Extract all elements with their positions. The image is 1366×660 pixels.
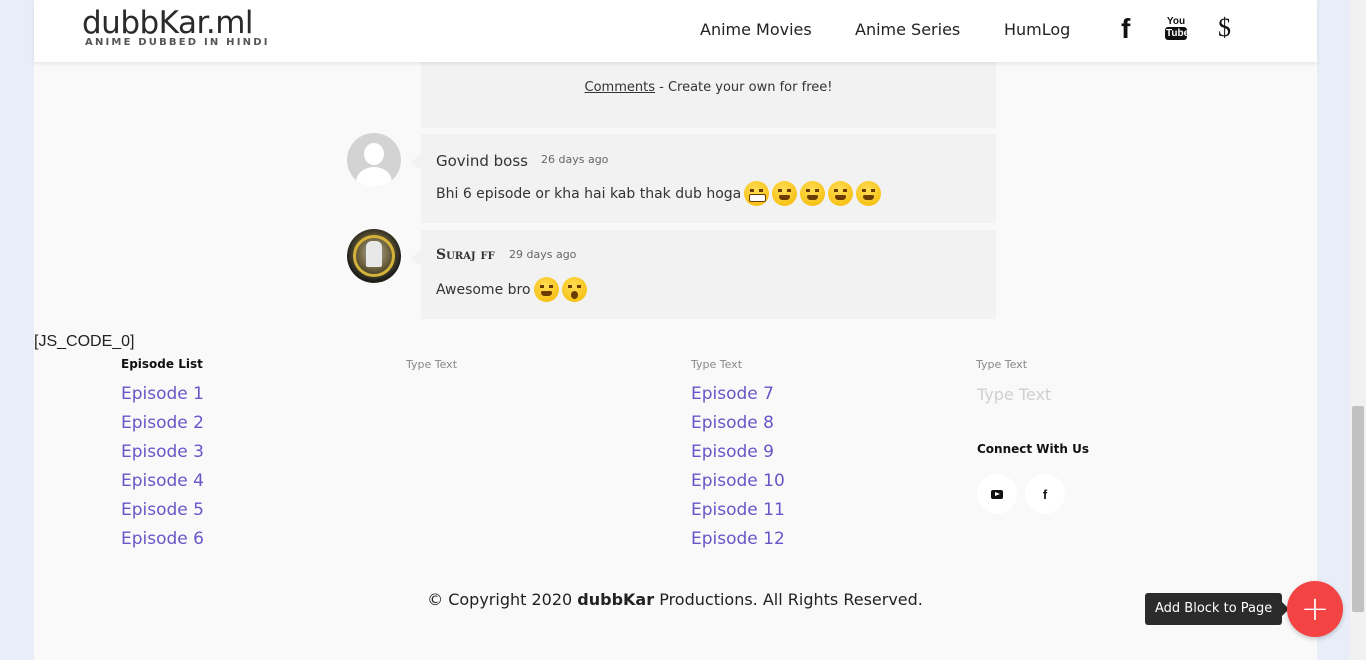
site-header: dubbKar.ml ANIME DUBBED IN HINDI Anime M… bbox=[34, 0, 1317, 62]
comments-footer-caption: - Create your own for free! bbox=[655, 80, 833, 95]
comments-footer-text: Comments - Create your own for free! bbox=[421, 80, 996, 95]
episode-link[interactable]: Episode 11 bbox=[691, 500, 785, 520]
avatar-figure bbox=[366, 241, 382, 267]
list-item: Episode 11 bbox=[691, 500, 785, 529]
facebook-icon[interactable]: f bbox=[1121, 13, 1130, 45]
connect-heading: Connect With Us bbox=[977, 442, 1089, 456]
avatar-body bbox=[356, 167, 392, 187]
episode-link[interactable]: Episode 3 bbox=[121, 442, 204, 462]
add-block-tooltip: Add Block to Page bbox=[1145, 593, 1290, 625]
scrollbar-thumb[interactable] bbox=[1352, 406, 1364, 612]
comment-time: 26 days ago bbox=[541, 153, 609, 166]
episode-list-left: Episode 1 Episode 2 Episode 3 Episode 4 … bbox=[121, 384, 204, 558]
episode-link[interactable]: Episode 10 bbox=[691, 471, 785, 491]
type-text-placeholder[interactable]: Type Text bbox=[976, 358, 1027, 371]
comment-text: Bhi 6 episode or kha hai kab thak dub ho… bbox=[436, 181, 882, 206]
episode-list-heading: Episode List bbox=[121, 357, 203, 371]
list-item: Episode 7 bbox=[691, 384, 785, 413]
type-text-placeholder[interactable]: Type Text bbox=[406, 358, 457, 371]
episode-link[interactable]: Episode 2 bbox=[121, 413, 204, 433]
list-item: Episode 1 bbox=[121, 384, 204, 413]
grimacing-emoji-icon bbox=[744, 181, 770, 206]
copyright-prefix: © Copyright 2020 bbox=[427, 590, 578, 609]
episode-link[interactable]: Episode 5 bbox=[121, 500, 204, 520]
avatar bbox=[347, 133, 401, 187]
youtube-icon bbox=[991, 489, 1003, 499]
copyright-suffix: Productions. All Rights Reserved. bbox=[654, 590, 923, 609]
list-item: Episode 9 bbox=[691, 442, 785, 471]
nav-anime-series[interactable]: Anime Series bbox=[855, 20, 960, 39]
copyright-brand: dubbKar bbox=[577, 590, 655, 609]
episode-link[interactable]: Episode 7 bbox=[691, 384, 774, 404]
youtube-icon[interactable]: You Tube bbox=[1165, 16, 1190, 44]
list-item: Episode 12 bbox=[691, 529, 785, 558]
comment-item: Govind boss 26 days ago Bhi 6 episode or… bbox=[411, 134, 996, 223]
youtube-icon-top: You bbox=[1166, 16, 1186, 27]
episode-link[interactable]: Episode 4 bbox=[121, 471, 204, 491]
episode-link[interactable]: Episode 12 bbox=[691, 529, 785, 549]
comments-link[interactable]: Comments bbox=[585, 80, 655, 95]
weary-emoji-icon bbox=[856, 181, 882, 206]
astonished-emoji-icon bbox=[561, 277, 587, 302]
youtube-social-button[interactable] bbox=[977, 474, 1017, 514]
list-item: Episode 8 bbox=[691, 413, 785, 442]
list-item: Episode 3 bbox=[121, 442, 204, 471]
comment-text-body: Awesome bro bbox=[436, 281, 531, 298]
weary-emoji-icon bbox=[533, 277, 559, 302]
logo-subtitle: ANIME DUBBED IN HINDI bbox=[85, 37, 270, 48]
youtube-icon-bottom: Tube bbox=[1165, 27, 1190, 40]
avatar-head bbox=[364, 143, 384, 165]
list-item: Episode 6 bbox=[121, 529, 204, 558]
comments-footer-box: Comments - Create your own for free! bbox=[421, 62, 996, 128]
dollar-icon[interactable]: $ bbox=[1218, 13, 1231, 43]
site-logo[interactable]: dubbKar.ml ANIME DUBBED IN HINDI bbox=[82, 6, 270, 48]
list-item: Episode 2 bbox=[121, 413, 204, 442]
comment-author[interactable]: Govind boss bbox=[436, 152, 528, 170]
comment-time: 29 days ago bbox=[509, 248, 577, 261]
comment-text: Awesome bro bbox=[436, 277, 587, 302]
episode-link[interactable]: Episode 6 bbox=[121, 529, 204, 549]
js-code-placeholder: [JS_CODE_0] bbox=[34, 333, 135, 350]
type-text-placeholder[interactable]: Type Text bbox=[691, 358, 742, 371]
list-item: Episode 4 bbox=[121, 471, 204, 500]
list-item: Episode 10 bbox=[691, 471, 785, 500]
weary-emoji-icon bbox=[772, 181, 798, 206]
episode-link[interactable]: Episode 8 bbox=[691, 413, 774, 433]
add-block-button[interactable]: + bbox=[1287, 581, 1343, 637]
facebook-icon: f bbox=[1042, 486, 1048, 502]
list-item: Episode 5 bbox=[121, 500, 204, 529]
weary-emoji-icon bbox=[800, 181, 826, 206]
nav-humlog[interactable]: HumLog bbox=[1004, 20, 1070, 39]
episode-link[interactable]: Episode 1 bbox=[121, 384, 204, 404]
episode-link[interactable]: Episode 9 bbox=[691, 442, 774, 462]
avatar bbox=[347, 229, 401, 283]
comment-item: Suraj ff 29 days ago Awesome bro bbox=[411, 230, 996, 319]
facebook-social-button[interactable]: f bbox=[1025, 474, 1065, 514]
weary-emoji-icon bbox=[828, 181, 854, 206]
logo-title: dubbKar.ml bbox=[82, 5, 254, 41]
scrollbar[interactable] bbox=[1350, 0, 1366, 660]
episode-list-right: Episode 7 Episode 8 Episode 9 Episode 10… bbox=[691, 384, 785, 558]
comment-author[interactable]: Suraj ff bbox=[436, 247, 495, 263]
nav-anime-movies[interactable]: Anime Movies bbox=[700, 20, 812, 39]
type-text-field[interactable]: Type Text bbox=[977, 385, 1051, 404]
comment-text-body: Bhi 6 episode or kha hai kab thak dub ho… bbox=[436, 185, 742, 202]
